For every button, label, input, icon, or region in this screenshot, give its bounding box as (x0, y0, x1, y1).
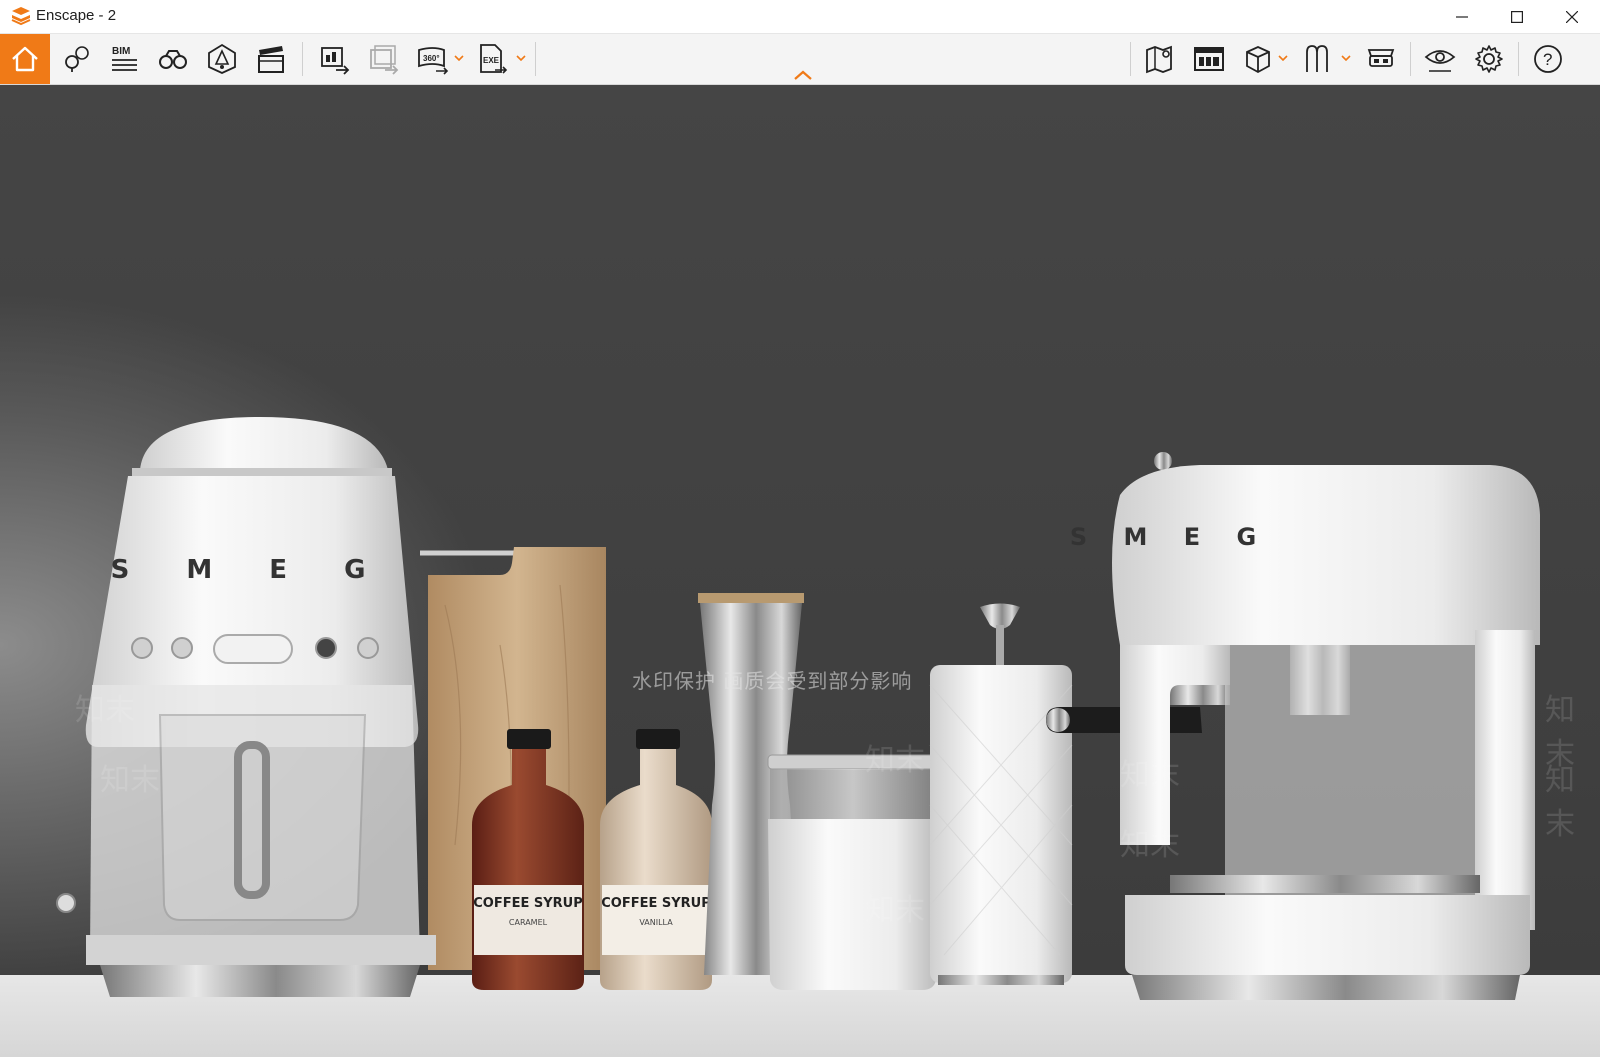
enscape-window: Enscape - 2 BIM 360° EXE ? S M E G COFFE… (0, 0, 1600, 1057)
help-icon: ? (1534, 45, 1562, 73)
minimize-icon (1456, 15, 1468, 18)
close-icon (1566, 10, 1578, 23)
title-bar: Enscape - 2 (0, 0, 1600, 34)
video-editor-button[interactable] (247, 34, 295, 84)
home-icon (12, 46, 38, 72)
maximize-button[interactable] (1489, 0, 1545, 33)
vanilla-label-sub: VANILLA (639, 918, 673, 927)
toolbar-separator (1410, 42, 1411, 76)
section-dropdown[interactable] (1276, 51, 1290, 65)
watermark-mark: 知末 (865, 743, 925, 778)
glass-storage-jar (767, 754, 939, 990)
materials-dropdown[interactable] (1339, 51, 1353, 65)
exe-label: EXE (483, 56, 500, 65)
watermark-mark: 知末 (75, 693, 135, 728)
section-box-button[interactable] (1234, 34, 1282, 84)
window-title: Enscape - 2 (36, 7, 117, 24)
chevron-down-icon (1278, 55, 1288, 61)
export-button[interactable]: EXE (468, 34, 516, 84)
asset-library-button[interactable] (1185, 34, 1233, 84)
material-editor-icon (1306, 45, 1328, 72)
exe-export-icon: EXE (480, 44, 508, 74)
minimize-button[interactable] (1434, 0, 1490, 33)
maximize-icon (1511, 10, 1523, 23)
eye-icon (1424, 50, 1456, 72)
box-icon (1246, 46, 1270, 74)
vr-button[interactable] (1357, 34, 1405, 84)
atmosphere-icon (208, 43, 236, 74)
map-button[interactable] (1136, 34, 1184, 84)
watermark-mark: 知末 (100, 763, 160, 798)
panorama-label: 360° (423, 54, 440, 63)
chevron-up-icon (794, 70, 812, 80)
main-toolbar: BIM 360° EXE ? (0, 34, 1600, 85)
gear-icon (1475, 45, 1503, 73)
toolbar-separator (535, 42, 536, 76)
close-button[interactable] (1544, 0, 1600, 33)
paper-towel-holder (929, 603, 1073, 985)
material-editor-button[interactable] (1294, 34, 1342, 84)
collapse-toolbar-button[interactable] (792, 68, 814, 82)
settings-button[interactable] (1465, 34, 1513, 84)
export-image-icon (321, 47, 350, 75)
home-button[interactable] (0, 34, 50, 84)
caramel-label-sub: CARAMEL (509, 918, 548, 927)
toolbar-separator (1130, 42, 1131, 76)
batch-render-icon (370, 45, 399, 75)
panorama-dropdown[interactable] (452, 51, 466, 65)
visibility-button[interactable] (1416, 34, 1464, 84)
chevron-down-icon (454, 55, 464, 61)
help-button[interactable]: ? (1524, 34, 1572, 84)
watermark-mark: 知末 (1545, 763, 1575, 842)
batch-render-button[interactable] (360, 34, 408, 84)
enscape-logo-icon (11, 7, 31, 26)
smeg-logo: S M E G (111, 555, 390, 585)
location-pin-icon (65, 46, 89, 72)
caramel-label-title: COFFEE SYRUP (473, 896, 583, 911)
panorama-360-icon: 360° (418, 47, 449, 75)
panorama-button[interactable]: 360° (409, 34, 457, 84)
espresso-machine: S M E G (1046, 452, 1540, 1000)
espresso-smeg-logo: S M E G (1070, 523, 1270, 551)
atmosphere-button[interactable] (198, 34, 246, 84)
chevron-down-icon (516, 55, 526, 61)
kitchen-scene: S M E G COFFEE SYRUP CARAMEL COFFEE SYRU… (56, 417, 1540, 1000)
map-icon (1146, 45, 1172, 74)
watermark-mark: 知末 (865, 893, 925, 928)
toolbar-separator (302, 42, 303, 76)
bim-button[interactable]: BIM (100, 34, 148, 84)
asset-library-icon (1194, 47, 1224, 71)
vanilla-syrup-bottle: COFFEE SYRUP VANILLA (600, 729, 712, 990)
views-button[interactable] (52, 34, 100, 84)
screenshot-button[interactable] (311, 34, 359, 84)
watermark-mark: 知末 (1120, 758, 1180, 793)
help-label: ? (1543, 50, 1552, 69)
vr-headset-icon (1367, 49, 1395, 67)
chevron-down-icon (1341, 55, 1351, 61)
render-viewport[interactable]: S M E G COFFEE SYRUP CARAMEL COFFEE SYRU… (0, 85, 1600, 1057)
clapperboard-icon (258, 46, 284, 73)
walk-mode-button[interactable] (149, 34, 197, 84)
bim-info-icon: BIM (112, 46, 137, 71)
watermark: 水印保护 画质会受到部分影响 (632, 669, 913, 693)
export-dropdown[interactable] (514, 51, 528, 65)
vanilla-label-title: COFFEE SYRUP (601, 896, 711, 911)
binoculars-icon (159, 50, 187, 69)
toolbar-separator (1518, 42, 1519, 76)
bim-label: BIM (112, 46, 130, 57)
watermark-mark: 知末 (1120, 828, 1180, 863)
